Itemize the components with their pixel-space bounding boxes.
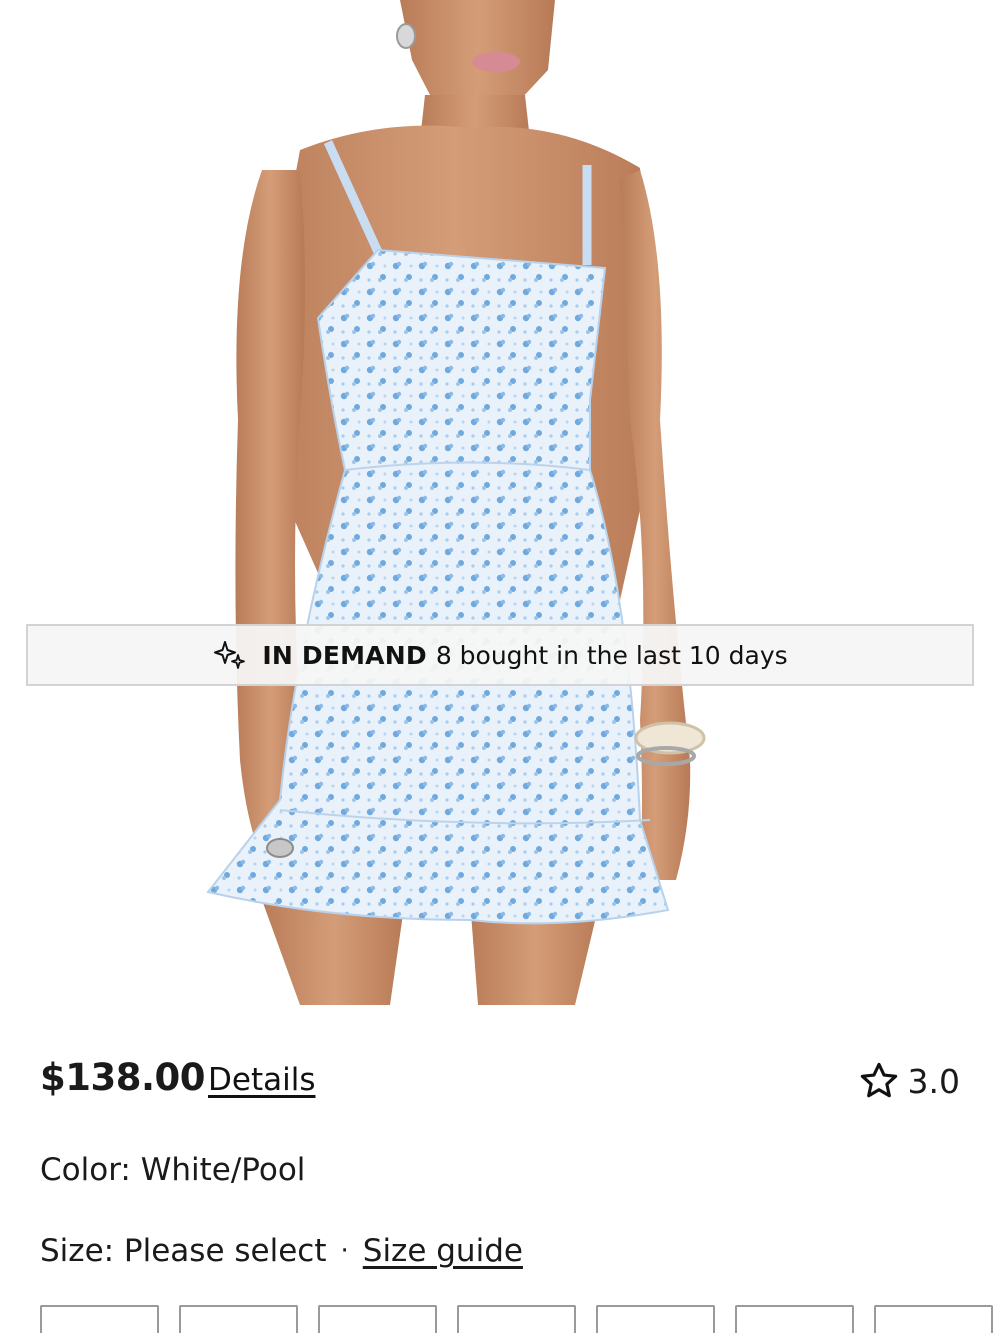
product-image[interactable] <box>0 0 1000 1005</box>
star-outline-icon <box>860 1062 897 1098</box>
size-option[interactable] <box>457 1305 576 1333</box>
color-selection: Color: White/Pool <box>40 1152 306 1188</box>
size-selection: Size: Please select · Size guide <box>40 1233 523 1269</box>
size-option[interactable] <box>40 1305 159 1333</box>
dress-photo <box>206 0 706 1005</box>
rating-value: 3.0 <box>907 1061 960 1101</box>
in-demand-text: 8 bought in the last 10 days <box>435 640 788 670</box>
details-link[interactable]: Details <box>208 1062 315 1098</box>
price-row: $138.00 Details 3.0 <box>40 1052 960 1112</box>
size-option[interactable] <box>596 1305 715 1333</box>
separator-dot: · <box>340 1236 349 1266</box>
size-options <box>40 1305 993 1333</box>
size-prompt: Size: Please select <box>40 1233 327 1269</box>
size-option[interactable] <box>735 1305 854 1333</box>
size-option[interactable] <box>179 1305 298 1333</box>
size-option[interactable] <box>318 1305 437 1333</box>
in-demand-label: IN DEMAND <box>262 640 427 670</box>
product-price: $138.00 <box>40 1056 206 1099</box>
in-demand-banner: IN DEMAND 8 bought in the last 10 days <box>26 624 974 686</box>
size-option[interactable] <box>874 1305 993 1333</box>
size-guide-link[interactable]: Size guide <box>363 1233 523 1269</box>
sparkle-icon <box>214 641 246 669</box>
product-rating[interactable]: 3.0 <box>858 1060 960 1102</box>
